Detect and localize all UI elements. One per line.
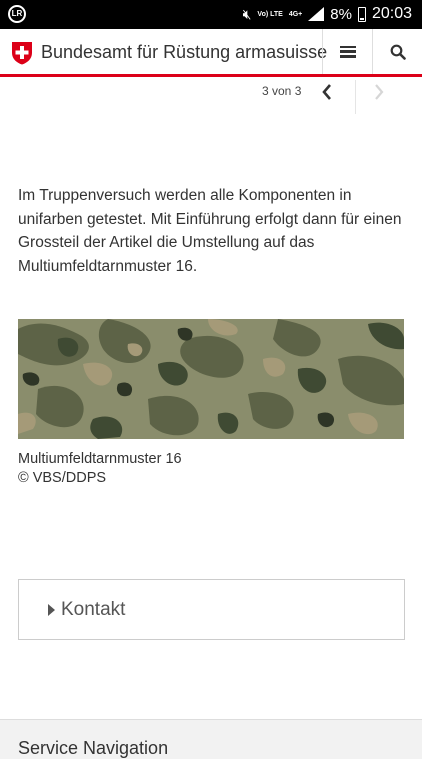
signal-icon <box>308 7 325 21</box>
search-button[interactable] <box>372 29 422 74</box>
body-paragraph: Im Truppenversuch werden alle Komponente… <box>18 187 402 275</box>
swiss-coat-of-arms-icon[interactable] <box>11 41 33 65</box>
search-icon <box>390 44 406 60</box>
pager-counter: 3 von 3 <box>262 84 302 98</box>
volte-label: Vo) LTE <box>257 10 283 18</box>
image-caption: Multiumfeldtarnmuster 16 © VBS/DDPS <box>18 450 182 488</box>
clock: 20:03 <box>371 5 412 22</box>
battery-icon <box>357 6 366 22</box>
mute-icon: 🔇︎ <box>242 5 252 22</box>
site-header: Bundesamt für Rüstung armasuisse <box>0 29 422 77</box>
lr-icon: LR <box>8 5 26 23</box>
chevron-left-icon <box>322 84 331 100</box>
pager-previous-button[interactable] <box>312 78 342 106</box>
battery-percent: 8% <box>330 5 352 23</box>
service-navigation: Service Navigation <box>0 719 422 759</box>
accordion-label: Kontakt <box>61 599 126 620</box>
caption-title: Multiumfeldtarnmuster 16 <box>18 451 182 467</box>
chevron-right-icon <box>375 84 384 100</box>
hamburger-icon <box>339 45 356 58</box>
status-bar: LR 🔇︎ Vo) LTE 4G+ 8% 20:03 <box>0 0 422 29</box>
camouflage-pattern-image <box>18 319 404 439</box>
pager-divider <box>355 80 356 114</box>
status-bar-right: 🔇︎ Vo) LTE 4G+ 8% 20:03 <box>243 4 412 24</box>
network-type-label: 4G+ <box>288 10 303 18</box>
caret-right-icon <box>48 604 55 616</box>
site-title[interactable]: Bundesamt für Rüstung armasuisse <box>41 42 327 63</box>
contact-accordion[interactable]: Kontakt <box>18 579 405 640</box>
pager-next-button[interactable] <box>364 78 394 106</box>
footer-title: Service Navigation <box>18 738 169 758</box>
caption-credit: © VBS/DDPS <box>18 470 107 486</box>
menu-button[interactable] <box>322 29 372 74</box>
